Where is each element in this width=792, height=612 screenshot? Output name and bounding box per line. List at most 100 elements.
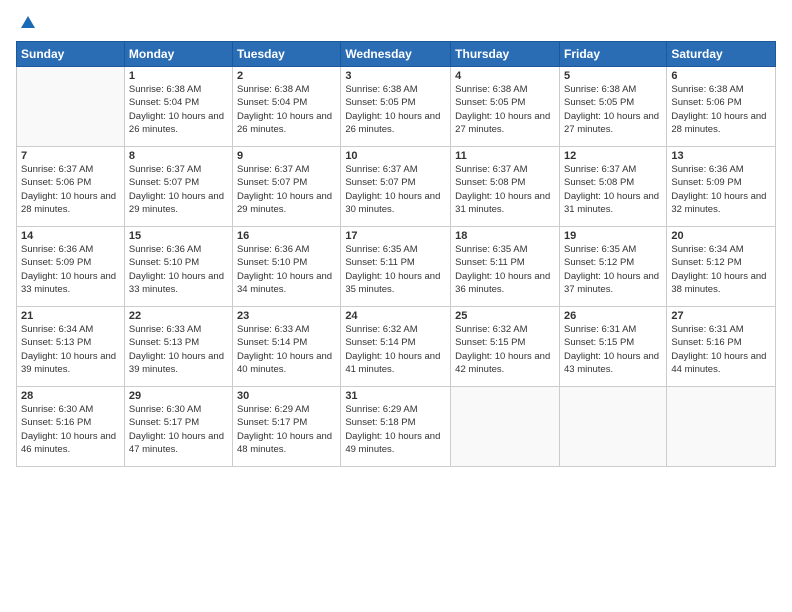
- sunrise-text: Sunrise: 6:38 AM: [671, 83, 771, 96]
- sunrise-text: Sunrise: 6:35 AM: [455, 243, 555, 256]
- col-monday: Monday: [124, 42, 232, 67]
- sunrise-text: Sunrise: 6:33 AM: [237, 323, 336, 336]
- daylight-text: Daylight: 10 hours and 44 minutes.: [671, 350, 771, 377]
- day-number: 29: [129, 390, 228, 402]
- sunset-text: Sunset: 5:09 PM: [671, 176, 771, 189]
- day-number: 15: [129, 230, 228, 242]
- day-info: Sunrise: 6:38 AMSunset: 5:05 PMDaylight:…: [455, 83, 555, 136]
- daylight-text: Daylight: 10 hours and 48 minutes.: [237, 430, 336, 457]
- sunset-text: Sunset: 5:16 PM: [21, 416, 120, 429]
- calendar-week-row: 7Sunrise: 6:37 AMSunset: 5:06 PMDaylight…: [17, 147, 776, 227]
- sunset-text: Sunset: 5:16 PM: [671, 336, 771, 349]
- day-info: Sunrise: 6:35 AMSunset: 5:11 PMDaylight:…: [455, 243, 555, 296]
- sunset-text: Sunset: 5:06 PM: [21, 176, 120, 189]
- day-info: Sunrise: 6:36 AMSunset: 5:10 PMDaylight:…: [237, 243, 336, 296]
- daylight-text: Daylight: 10 hours and 28 minutes.: [671, 110, 771, 137]
- day-number: 17: [345, 230, 446, 242]
- sunrise-text: Sunrise: 6:34 AM: [671, 243, 771, 256]
- daylight-text: Daylight: 10 hours and 40 minutes.: [237, 350, 336, 377]
- day-number: 13: [671, 150, 771, 162]
- sunrise-text: Sunrise: 6:29 AM: [237, 403, 336, 416]
- table-row: 30Sunrise: 6:29 AMSunset: 5:17 PMDayligh…: [233, 387, 341, 467]
- sunset-text: Sunset: 5:05 PM: [564, 96, 662, 109]
- table-row: 16Sunrise: 6:36 AMSunset: 5:10 PMDayligh…: [233, 227, 341, 307]
- daylight-text: Daylight: 10 hours and 49 minutes.: [345, 430, 446, 457]
- day-info: Sunrise: 6:36 AMSunset: 5:09 PMDaylight:…: [21, 243, 120, 296]
- table-row: 22Sunrise: 6:33 AMSunset: 5:13 PMDayligh…: [124, 307, 232, 387]
- sunrise-text: Sunrise: 6:36 AM: [21, 243, 120, 256]
- day-info: Sunrise: 6:32 AMSunset: 5:14 PMDaylight:…: [345, 323, 446, 376]
- table-row: [451, 387, 560, 467]
- daylight-text: Daylight: 10 hours and 33 minutes.: [129, 270, 228, 297]
- sunrise-text: Sunrise: 6:37 AM: [21, 163, 120, 176]
- day-number: 3: [345, 70, 446, 82]
- table-row: 28Sunrise: 6:30 AMSunset: 5:16 PMDayligh…: [17, 387, 125, 467]
- sunrise-text: Sunrise: 6:37 AM: [564, 163, 662, 176]
- day-number: 24: [345, 310, 446, 322]
- table-row: 12Sunrise: 6:37 AMSunset: 5:08 PMDayligh…: [559, 147, 666, 227]
- calendar-week-row: 21Sunrise: 6:34 AMSunset: 5:13 PMDayligh…: [17, 307, 776, 387]
- sunrise-text: Sunrise: 6:38 AM: [129, 83, 228, 96]
- sunset-text: Sunset: 5:15 PM: [455, 336, 555, 349]
- sunset-text: Sunset: 5:11 PM: [455, 256, 555, 269]
- sunset-text: Sunset: 5:17 PM: [129, 416, 228, 429]
- table-row: 10Sunrise: 6:37 AMSunset: 5:07 PMDayligh…: [341, 147, 451, 227]
- sunrise-text: Sunrise: 6:37 AM: [237, 163, 336, 176]
- day-info: Sunrise: 6:31 AMSunset: 5:16 PMDaylight:…: [671, 323, 771, 376]
- day-info: Sunrise: 6:37 AMSunset: 5:06 PMDaylight:…: [21, 163, 120, 216]
- sunset-text: Sunset: 5:06 PM: [671, 96, 771, 109]
- col-sunday: Sunday: [17, 42, 125, 67]
- daylight-text: Daylight: 10 hours and 37 minutes.: [564, 270, 662, 297]
- sunrise-text: Sunrise: 6:31 AM: [671, 323, 771, 336]
- day-number: 4: [455, 70, 555, 82]
- table-row: 6Sunrise: 6:38 AMSunset: 5:06 PMDaylight…: [667, 67, 776, 147]
- sunrise-text: Sunrise: 6:36 AM: [671, 163, 771, 176]
- table-row: 3Sunrise: 6:38 AMSunset: 5:05 PMDaylight…: [341, 67, 451, 147]
- daylight-text: Daylight: 10 hours and 42 minutes.: [455, 350, 555, 377]
- day-info: Sunrise: 6:35 AMSunset: 5:11 PMDaylight:…: [345, 243, 446, 296]
- day-info: Sunrise: 6:36 AMSunset: 5:10 PMDaylight:…: [129, 243, 228, 296]
- day-number: 16: [237, 230, 336, 242]
- sunrise-text: Sunrise: 6:38 AM: [564, 83, 662, 96]
- page: Sunday Monday Tuesday Wednesday Thursday…: [0, 0, 792, 477]
- day-number: 31: [345, 390, 446, 402]
- calendar-week-row: 1Sunrise: 6:38 AMSunset: 5:04 PMDaylight…: [17, 67, 776, 147]
- day-info: Sunrise: 6:37 AMSunset: 5:08 PMDaylight:…: [564, 163, 662, 216]
- day-info: Sunrise: 6:29 AMSunset: 5:17 PMDaylight:…: [237, 403, 336, 456]
- day-number: 5: [564, 70, 662, 82]
- daylight-text: Daylight: 10 hours and 29 minutes.: [129, 190, 228, 217]
- sunset-text: Sunset: 5:07 PM: [237, 176, 336, 189]
- day-number: 6: [671, 70, 771, 82]
- sunrise-text: Sunrise: 6:32 AM: [345, 323, 446, 336]
- table-row: 31Sunrise: 6:29 AMSunset: 5:18 PMDayligh…: [341, 387, 451, 467]
- day-info: Sunrise: 6:34 AMSunset: 5:12 PMDaylight:…: [671, 243, 771, 296]
- sunset-text: Sunset: 5:07 PM: [345, 176, 446, 189]
- table-row: 19Sunrise: 6:35 AMSunset: 5:12 PMDayligh…: [559, 227, 666, 307]
- day-info: Sunrise: 6:36 AMSunset: 5:09 PMDaylight:…: [671, 163, 771, 216]
- day-info: Sunrise: 6:34 AMSunset: 5:13 PMDaylight:…: [21, 323, 120, 376]
- sunrise-text: Sunrise: 6:36 AM: [237, 243, 336, 256]
- table-row: 23Sunrise: 6:33 AMSunset: 5:14 PMDayligh…: [233, 307, 341, 387]
- table-row: 13Sunrise: 6:36 AMSunset: 5:09 PMDayligh…: [667, 147, 776, 227]
- daylight-text: Daylight: 10 hours and 39 minutes.: [129, 350, 228, 377]
- daylight-text: Daylight: 10 hours and 28 minutes.: [21, 190, 120, 217]
- sunset-text: Sunset: 5:05 PM: [455, 96, 555, 109]
- day-number: 2: [237, 70, 336, 82]
- day-info: Sunrise: 6:38 AMSunset: 5:06 PMDaylight:…: [671, 83, 771, 136]
- header: [16, 10, 776, 37]
- table-row: 27Sunrise: 6:31 AMSunset: 5:16 PMDayligh…: [667, 307, 776, 387]
- sunrise-text: Sunrise: 6:37 AM: [455, 163, 555, 176]
- day-info: Sunrise: 6:33 AMSunset: 5:13 PMDaylight:…: [129, 323, 228, 376]
- daylight-text: Daylight: 10 hours and 43 minutes.: [564, 350, 662, 377]
- calendar-week-row: 14Sunrise: 6:36 AMSunset: 5:09 PMDayligh…: [17, 227, 776, 307]
- day-number: 14: [21, 230, 120, 242]
- sunrise-text: Sunrise: 6:36 AM: [129, 243, 228, 256]
- table-row: 4Sunrise: 6:38 AMSunset: 5:05 PMDaylight…: [451, 67, 560, 147]
- daylight-text: Daylight: 10 hours and 39 minutes.: [21, 350, 120, 377]
- day-number: 28: [21, 390, 120, 402]
- sunrise-text: Sunrise: 6:37 AM: [129, 163, 228, 176]
- day-info: Sunrise: 6:31 AMSunset: 5:15 PMDaylight:…: [564, 323, 662, 376]
- sunrise-text: Sunrise: 6:37 AM: [345, 163, 446, 176]
- day-number: 19: [564, 230, 662, 242]
- table-row: 9Sunrise: 6:37 AMSunset: 5:07 PMDaylight…: [233, 147, 341, 227]
